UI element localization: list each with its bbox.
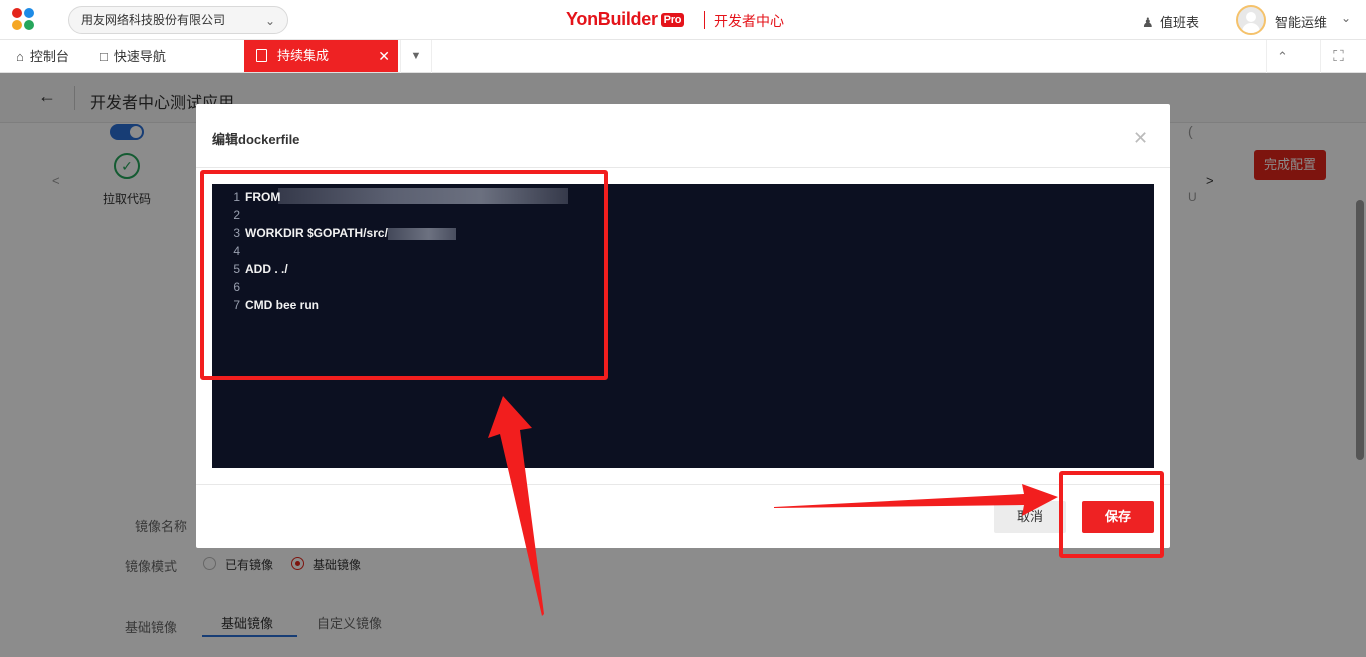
brand-name: YonBuilder (566, 9, 658, 29)
user-name[interactable]: 智能运维 (1275, 12, 1327, 31)
logo[interactable] (12, 8, 38, 32)
brand-subtitle: 开发者中心 (714, 13, 784, 29)
tab-console-label: 控制台 (29, 49, 69, 64)
person-icon: ♟ (1142, 15, 1154, 30)
tab-quick-nav-label: 快速导航 (113, 49, 166, 64)
chevron-down-icon: ⌄ (264, 14, 275, 28)
close-icon[interactable]: ✕ (378, 40, 390, 72)
avatar[interactable] (1236, 5, 1266, 35)
document-icon (256, 49, 267, 62)
home-icon: ⌂ (16, 49, 24, 64)
tab-active-label: 持续集成 (277, 48, 330, 63)
scrollbar[interactable] (1356, 200, 1364, 460)
top-bar: 用友网络科技股份有限公司 ⌄ YonBuilder Pro 开发者中心 ♟ 值班表 … (0, 0, 1366, 40)
brand-badge: Pro (660, 13, 685, 27)
company-select[interactable]: 用友网络科技股份有限公司 ⌄ (68, 6, 288, 34)
monitor-icon: □ (100, 49, 108, 64)
tab-quick-nav[interactable]: □ 快速导航 (100, 40, 166, 73)
duty-button[interactable]: ♟ 值班表 (1142, 12, 1199, 31)
dialog-title: 编辑dockerfile (212, 132, 300, 147)
brand-logo: YonBuilder Pro (566, 9, 685, 30)
brand-divider (704, 11, 705, 29)
annotation-box-editor (200, 170, 608, 380)
annotation-box-save (1059, 471, 1164, 558)
tab-continuous-integration[interactable]: 持续集成 ✕ (244, 40, 398, 72)
tab-bar: ⌂ 控制台 □ 快速导航 持续集成 ✕ ▼ ⌃ ⛶ (0, 40, 1366, 73)
cancel-button[interactable]: 取消 (994, 501, 1066, 533)
tab-console[interactable]: ⌂ 控制台 (16, 40, 69, 73)
divider (196, 167, 1170, 168)
close-icon[interactable]: ✕ (1133, 128, 1148, 149)
company-name: 用友网络科技股份有限公司 (81, 13, 226, 27)
divider (196, 484, 1170, 485)
chevron-down-icon[interactable]: ⌄ (1341, 11, 1351, 25)
duty-label: 值班表 (1160, 15, 1200, 30)
caret-down-icon[interactable]: ▼ (400, 40, 432, 73)
fullscreen-icon[interactable]: ⛶ (1320, 40, 1356, 73)
chevron-up-icon[interactable]: ⌃ (1266, 40, 1298, 73)
